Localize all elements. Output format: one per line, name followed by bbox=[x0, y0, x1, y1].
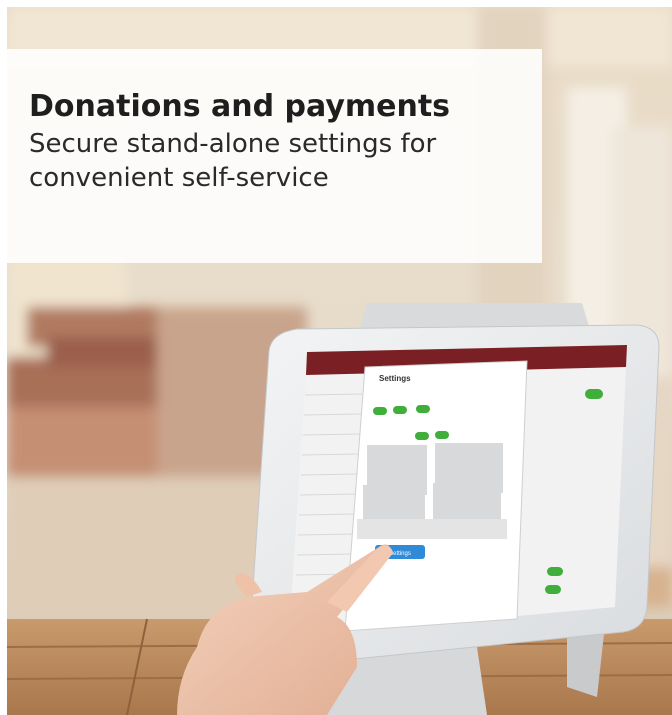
dialog-title-text: Settings bbox=[379, 374, 411, 383]
hero-banner: Settings Settings Donations and payments… bbox=[7, 7, 672, 715]
headline-title: Donations and payments bbox=[29, 89, 451, 124]
headline-card: Donations and payments Secure stand-alon… bbox=[7, 49, 542, 263]
headline-subtitle: Secure stand-alone settings for convenie… bbox=[29, 129, 437, 193]
